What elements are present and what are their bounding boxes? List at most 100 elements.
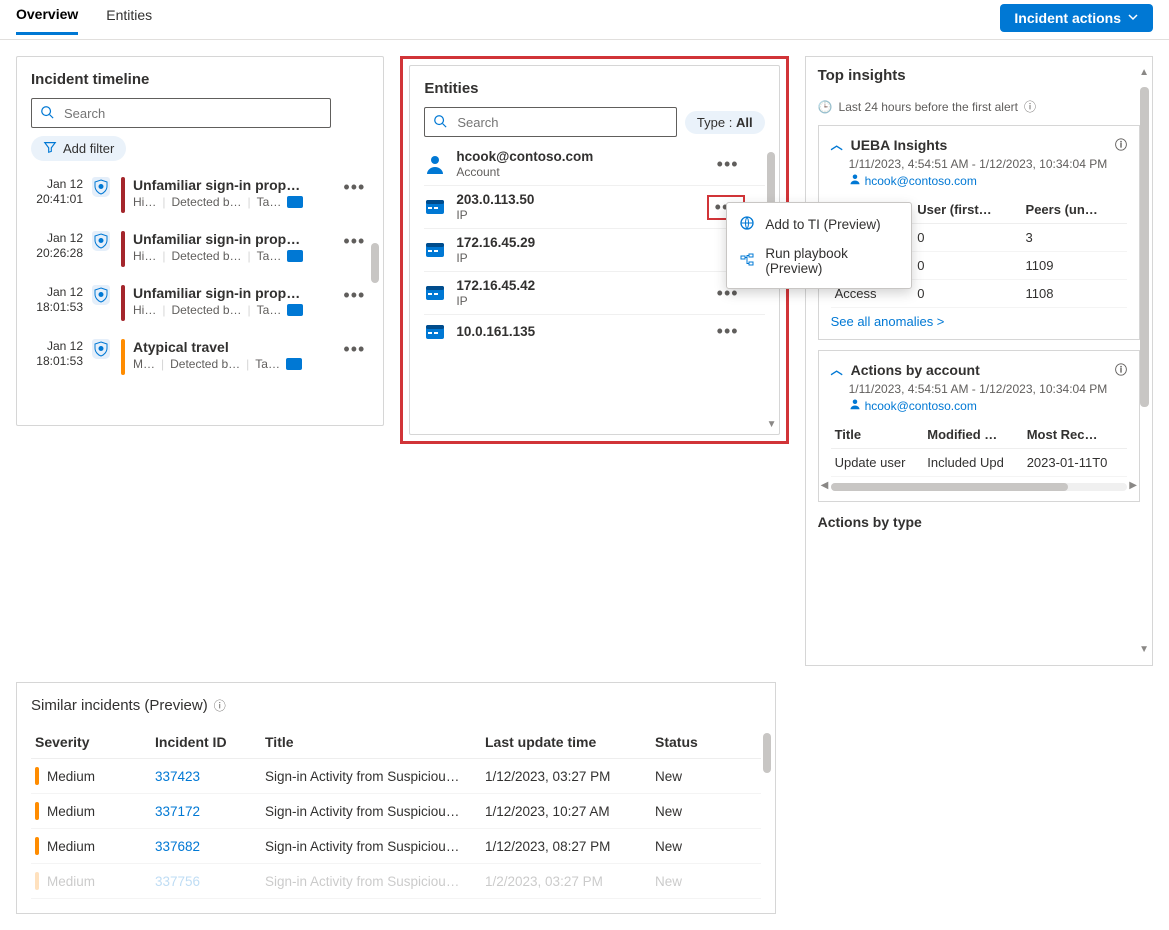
playbook-icon xyxy=(739,252,755,271)
entity-context-menu: Add to TI (Preview) Run playbook (Previe… xyxy=(726,202,912,289)
timeline-item-source: Detected b… xyxy=(170,357,240,371)
entities-search[interactable] xyxy=(424,107,677,137)
ueba-col-user[interactable]: User (first… xyxy=(913,196,1021,224)
timeline-item-tag: Ta… xyxy=(257,195,282,209)
table-row[interactable]: Medium 337172 Sign-in Activity from Susp… xyxy=(31,794,761,829)
reference-icon xyxy=(287,250,303,262)
hscroll-thumb[interactable] xyxy=(831,483,1068,491)
entity-type: Account xyxy=(456,165,700,179)
ip-icon xyxy=(424,324,446,340)
info-icon[interactable]: ⓘ xyxy=(214,697,226,714)
shield-icon xyxy=(92,339,110,359)
similar-col-status[interactable]: Status xyxy=(651,726,761,759)
more-actions-icon[interactable]: ••• xyxy=(339,285,369,306)
top-insights-title: Top insights xyxy=(818,67,1140,84)
timeline-item[interactable]: Jan 1218:01:53 Atypical travel M…| Detec… xyxy=(31,333,369,387)
entity-row[interactable]: hcook@contoso.com Account ••• xyxy=(424,143,764,186)
entity-name: 203.0.113.50 xyxy=(456,192,696,207)
menu-run-playbook[interactable]: Run playbook (Preview) xyxy=(727,240,911,282)
actions-hscrollbar[interactable]: ◀ ▶ xyxy=(831,483,1127,491)
tab-entities[interactable]: Entities xyxy=(106,7,152,33)
cell-time: 1/12/2023, 08:27 PM xyxy=(481,829,651,864)
scroll-right-icon[interactable]: ▶ xyxy=(1129,480,1137,491)
scroll-left-icon[interactable]: ◀ xyxy=(821,480,829,491)
ueba-col-peers[interactable]: Peers (un… xyxy=(1022,196,1127,224)
table-row[interactable]: Medium 337423 Sign-in Activity from Susp… xyxy=(31,759,761,794)
incident-id-link[interactable]: 337423 xyxy=(155,769,200,784)
entity-name: 172.16.45.42 xyxy=(456,278,700,293)
incident-id-link[interactable]: 337756 xyxy=(155,874,200,889)
ueba-user[interactable]: hcook@contoso.com xyxy=(865,174,977,188)
timeline-item[interactable]: Jan 1220:26:28 Unfamiliar sign-in prop… … xyxy=(31,225,369,279)
info-icon[interactable]: ⓘ xyxy=(1115,136,1127,153)
incident-id-link[interactable]: 337682 xyxy=(155,839,200,854)
timeline-scrollbar[interactable] xyxy=(371,243,379,283)
info-icon[interactable]: ⓘ xyxy=(1115,361,1127,378)
timeline-item[interactable]: Jan 1220:41:01 Unfamiliar sign-in prop… … xyxy=(31,171,369,225)
timeline-timestamp: Jan 1220:41:01 xyxy=(31,177,89,207)
similar-col-severity[interactable]: Severity xyxy=(31,726,151,759)
timeline-search-input[interactable] xyxy=(62,105,322,122)
cell-severity: Medium xyxy=(47,769,95,784)
search-icon xyxy=(433,114,447,131)
entity-type: IP xyxy=(456,208,696,222)
see-all-anomalies-link[interactable]: See all anomalies > xyxy=(831,314,1127,329)
cell-title: Sign-in Activity from Suspicious … xyxy=(265,839,465,854)
actions-col-recent[interactable]: Most Rec… xyxy=(1023,421,1127,449)
entities-panel: Entities Type : All hcook@contoso.com Ac… xyxy=(409,65,779,435)
similar-scrollbar[interactable] xyxy=(763,733,771,773)
cell-modified: Included Upd xyxy=(923,449,1022,477)
actions-user[interactable]: hcook@contoso.com xyxy=(865,399,977,413)
tab-overview[interactable]: Overview xyxy=(16,6,78,35)
entity-row[interactable]: 203.0.113.50 IP ••• xyxy=(424,186,764,229)
collapse-chevron-icon[interactable]: ︿ xyxy=(831,361,843,378)
entity-more-icon[interactable]: ••• xyxy=(711,321,745,342)
entity-row[interactable]: 10.0.161.135 ••• xyxy=(424,315,764,348)
cell-status: New xyxy=(651,864,761,899)
similar-incidents-title: Similar incidents (Preview) xyxy=(31,697,208,714)
more-actions-icon[interactable]: ••• xyxy=(339,231,369,252)
incident-actions-button[interactable]: Incident actions xyxy=(1000,4,1153,32)
table-row[interactable]: Medium 337756 Sign-in Activity from Susp… xyxy=(31,864,761,899)
similar-col-id[interactable]: Incident ID xyxy=(151,726,261,759)
table-row[interactable]: Medium 337682 Sign-in Activity from Susp… xyxy=(31,829,761,864)
entity-row[interactable]: 172.16.45.29 IP xyxy=(424,229,764,272)
table-row[interactable]: Update userIncluded Upd2023-01-11T0 xyxy=(831,449,1127,477)
entities-search-input[interactable] xyxy=(455,114,668,131)
timeline-item-source: Detected b… xyxy=(171,249,241,263)
entity-more-icon[interactable]: ••• xyxy=(711,154,745,175)
more-actions-icon[interactable]: ••• xyxy=(339,177,369,198)
entity-row[interactable]: 172.16.45.42 IP ••• xyxy=(424,272,764,315)
cell-time: 1/2/2023, 03:27 PM xyxy=(481,864,651,899)
timeline-item-tag: Ta… xyxy=(257,303,282,317)
ueba-time-range: 1/11/2023, 4:54:51 AM - 1/12/2023, 10:34… xyxy=(831,157,1127,171)
incident-actions-label: Incident actions xyxy=(1014,10,1121,26)
insights-scrollbar[interactable] xyxy=(1140,87,1149,407)
entities-type-filter[interactable]: Type : All xyxy=(685,111,765,134)
add-filter-button[interactable]: Add filter xyxy=(31,136,126,161)
timeline-item[interactable]: Jan 1218:01:53 Unfamiliar sign-in prop… … xyxy=(31,279,369,333)
info-icon[interactable]: ⓘ xyxy=(1024,98,1036,115)
cell-user: 0 xyxy=(913,280,1021,308)
incident-id-link[interactable]: 337172 xyxy=(155,804,200,819)
insights-time-range: Last 24 hours before the first alert xyxy=(839,100,1018,114)
collapse-chevron-icon[interactable]: ︿ xyxy=(831,136,843,153)
actions-col-modified[interactable]: Modified … xyxy=(923,421,1022,449)
cell-severity: Medium xyxy=(47,804,95,819)
shield-icon xyxy=(92,285,110,305)
cell-peers: 1108 xyxy=(1022,280,1127,308)
severity-bar xyxy=(35,802,39,820)
more-actions-icon[interactable]: ••• xyxy=(339,339,369,360)
actions-col-title[interactable]: Title xyxy=(831,421,924,449)
cell-recent: 2023-01-11T0 xyxy=(1023,449,1127,477)
similar-col-time[interactable]: Last update time xyxy=(481,726,651,759)
scroll-down-icon[interactable]: ▼ xyxy=(1139,644,1149,655)
scroll-up-icon[interactable]: ▲ xyxy=(1139,67,1149,78)
menu-add-to-ti[interactable]: Add to TI (Preview) xyxy=(727,209,911,240)
similar-col-title[interactable]: Title xyxy=(261,726,481,759)
entities-scroll-down-icon[interactable]: ▼ xyxy=(767,419,775,430)
ueba-card-title: UEBA Insights xyxy=(851,137,948,153)
search-icon xyxy=(40,105,54,122)
reference-icon xyxy=(286,358,302,370)
timeline-search[interactable] xyxy=(31,98,331,128)
